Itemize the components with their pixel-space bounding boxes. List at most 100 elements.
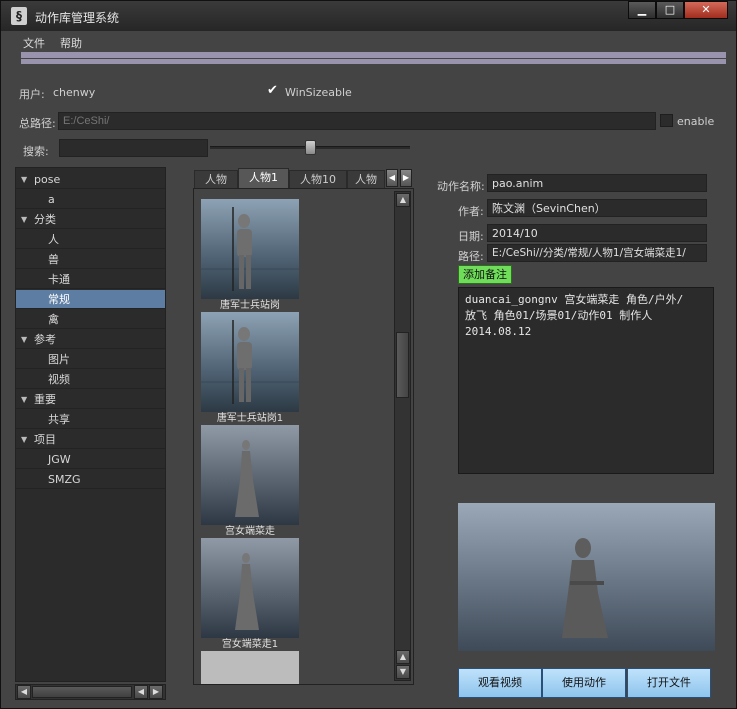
main-window: § 动作库管理系统 ▁ □ ✕ 文件 帮助 用户: chenwy ✔ WinSi…: [0, 0, 737, 709]
winsizeable-label: WinSizeable: [285, 86, 352, 99]
tree-item[interactable]: ▼ 参考: [16, 330, 165, 349]
tree-item-label: 卡通: [48, 273, 70, 286]
window-title: 动作库管理系统: [35, 11, 120, 25]
tab-next-icon[interactable]: ▶: [400, 169, 412, 187]
enable-checkbox[interactable]: [660, 114, 673, 127]
tree-item[interactable]: 兽: [16, 250, 165, 269]
scroll-left-icon-2[interactable]: ◀: [134, 685, 148, 699]
action-name-label: 动作名称:: [437, 180, 485, 193]
path-field[interactable]: E:/CeShi//分类/常规/人物1/宫女端菜走1/: [487, 244, 707, 262]
tree-item[interactable]: ▼ 项目: [16, 430, 165, 449]
title-bar[interactable]: § 动作库管理系统 ▁ □ ✕: [1, 1, 736, 31]
expand-arrow-icon[interactable]: ▼: [21, 330, 27, 349]
scroll-up-icon-2[interactable]: ▲: [396, 650, 410, 664]
close-button[interactable]: ✕: [684, 1, 728, 19]
thumbnail-image[interactable]: [201, 199, 299, 299]
scroll-thumb[interactable]: [32, 686, 132, 698]
expand-arrow-icon[interactable]: ▼: [21, 210, 27, 229]
tree-item-label: 视频: [48, 373, 70, 386]
preview-image: [458, 503, 715, 651]
open-file-button[interactable]: 打开文件: [627, 668, 711, 698]
tree-item-label: a: [48, 193, 55, 206]
tree-item[interactable]: 视频: [16, 370, 165, 389]
thumbnail-image[interactable]: [201, 651, 299, 684]
thumbnail-image[interactable]: [201, 312, 299, 412]
author-label: 作者:: [458, 205, 484, 218]
minimize-button[interactable]: ▁: [628, 1, 656, 19]
thumbnail-caption: 唐军士兵站岗: [220, 300, 280, 311]
app-icon: §: [11, 7, 27, 25]
menu-help[interactable]: 帮助: [60, 35, 82, 51]
user-label: 用户:: [19, 88, 45, 101]
window-controls: ▁ □ ✕: [628, 1, 728, 19]
scroll-right-icon[interactable]: ▶: [149, 685, 163, 699]
thumbnail-caption: 宫女端菜走: [225, 526, 275, 537]
menu-file[interactable]: 文件: [23, 35, 45, 51]
thumbnail-caption: 宫女端菜走1: [221, 639, 279, 650]
action-name-field[interactable]: pao.anim: [487, 174, 707, 192]
date-label: 日期:: [458, 230, 484, 243]
tree-item-label: 图片: [48, 353, 70, 366]
add-note-button[interactable]: 添加备注: [458, 265, 512, 284]
total-path-input[interactable]: [58, 112, 656, 130]
tab-character-10[interactable]: 人物10: [289, 170, 347, 188]
tree-item-label: 分类: [34, 213, 56, 226]
thumbnail-image[interactable]: [201, 425, 299, 525]
thumbnail-gallery: 唐军士兵站岗 唐军士兵站岗1 宫女端菜走 宫女端菜走1: [193, 188, 414, 685]
tree-item-label: 常规: [48, 293, 70, 306]
tree-item[interactable]: 人: [16, 230, 165, 249]
thumbnail-item[interactable]: [201, 651, 299, 684]
tree-item-label: pose: [34, 173, 61, 186]
tree-item-label: 项目: [34, 433, 56, 446]
scroll-up-icon[interactable]: ▲: [396, 193, 410, 207]
thumbnail-item[interactable]: 宫女端菜走1: [201, 538, 299, 651]
tab-character[interactable]: 人物: [194, 170, 238, 188]
tree-item[interactable]: 共享: [16, 410, 165, 429]
expand-arrow-icon[interactable]: ▼: [21, 390, 27, 409]
tree-item[interactable]: 图片: [16, 350, 165, 369]
tree-item-label: 禽: [48, 313, 59, 326]
scroll-thumb[interactable]: [396, 332, 409, 398]
tree-item[interactable]: 卡通: [16, 270, 165, 289]
total-path-label: 总路径:: [19, 117, 56, 130]
tab-character-more[interactable]: 人物: [347, 170, 385, 188]
watch-video-button[interactable]: 观看视频: [458, 668, 542, 698]
thumbnail-item[interactable]: 宫女端菜走: [201, 425, 299, 538]
tree-item-label: 参考: [34, 333, 56, 346]
maximize-button[interactable]: □: [656, 1, 684, 19]
thumbnail-image[interactable]: [201, 538, 299, 638]
tree-item[interactable]: 禽: [16, 310, 165, 329]
winsizeable-checkbox[interactable]: ✔: [267, 83, 278, 98]
author-field[interactable]: 陈文渊（SevinChen）: [487, 199, 707, 217]
expand-arrow-icon[interactable]: ▼: [21, 170, 27, 189]
scroll-left-icon[interactable]: ◀: [17, 685, 31, 699]
slider-handle[interactable]: [305, 140, 316, 155]
scroll-down-icon[interactable]: ▼: [396, 665, 410, 679]
tree-item[interactable]: ▼ 重要: [16, 390, 165, 409]
category-tree[interactable]: ▼ pose a ▼ 分类人兽卡通常规禽 ▼ 参考图片视频 ▼ 重要共享 ▼ 项目 JGW SMZG: [15, 167, 166, 682]
tree-item[interactable]: ▼ pose: [16, 170, 165, 189]
tree-item[interactable]: a: [16, 190, 165, 209]
gallery-vertical-scrollbar[interactable]: ▲ ▲ ▼: [394, 191, 411, 681]
menu-bar: 文件 帮助: [1, 31, 736, 51]
thumbnail-caption: 唐军士兵站岗1: [216, 413, 284, 424]
tree-item-label: JGW: [48, 453, 71, 466]
thumbnail-item[interactable]: 唐军士兵站岗: [201, 199, 299, 312]
thumbnail-item[interactable]: 唐军士兵站岗1: [201, 312, 299, 425]
tree-item-label: 共享: [48, 413, 70, 426]
tab-character-1[interactable]: 人物1: [238, 168, 289, 189]
description-textarea[interactable]: duancai_gongnv 宫女端菜走 角色/户外/ 放飞 角色01/场景01…: [458, 287, 714, 474]
tree-item-label: 人: [48, 233, 59, 246]
tree-item[interactable]: SMZG: [16, 470, 165, 489]
use-action-button[interactable]: 使用动作: [542, 668, 626, 698]
tab-prev-icon[interactable]: ◀: [386, 169, 398, 187]
search-label: 搜索:: [23, 145, 49, 158]
tree-item[interactable]: ▼ 分类: [16, 210, 165, 229]
header-stripe: [21, 52, 726, 58]
date-field[interactable]: 2014/10: [487, 224, 707, 242]
tree-item[interactable]: 常规: [16, 290, 165, 309]
search-input[interactable]: [59, 139, 208, 157]
expand-arrow-icon[interactable]: ▼: [21, 430, 27, 449]
tree-horizontal-scrollbar[interactable]: ◀ ◀ ▶: [15, 684, 166, 700]
tree-item[interactable]: JGW: [16, 450, 165, 469]
